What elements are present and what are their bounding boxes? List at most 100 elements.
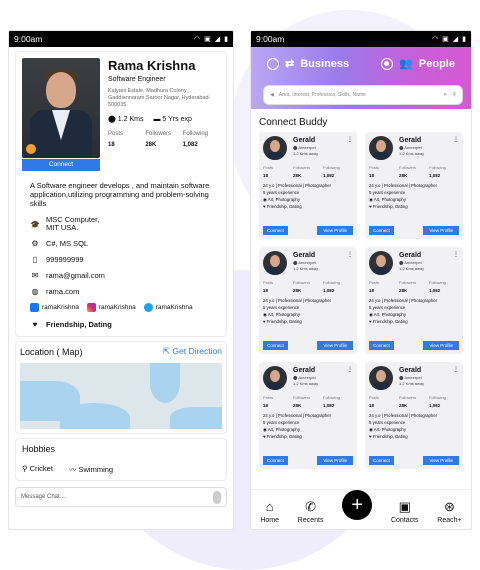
following-count: 1,082: [182, 142, 198, 148]
code-icon: ⚙: [31, 239, 39, 248]
buddy-looking-for: ♥ Friendship, Dating: [263, 204, 302, 209]
buddy-name: Gerald: [399, 137, 422, 144]
bottom-nav: ⌂ Home ✆ Recents + ▣ Contacts ⊛ Reach+: [251, 489, 471, 529]
location-pin-icon[interactable]: ⚲: [452, 92, 456, 98]
status-bar: 9:00am ◠ ▣ ◢ ▮: [9, 31, 233, 47]
share-icon: ⇱: [162, 346, 173, 356]
more-options-icon[interactable]: ⋮: [347, 251, 353, 258]
wifi-icon: ◠: [432, 36, 439, 43]
get-direction-link[interactable]: ⇱ Get Direction: [163, 346, 222, 357]
nav-reach[interactable]: ⊛ Reach+: [437, 499, 461, 525]
education: MSC Computer, MIT USA.: [46, 215, 100, 232]
profile-stats: Posts Followers Following 18 28K 1,082: [108, 131, 220, 148]
buddy-experience: 5 years experience: [263, 190, 300, 195]
buddy-distance: 1.2 Kms away: [293, 381, 319, 386]
buddy-experience: 5 years experience: [369, 420, 406, 425]
profile-screen: 9:00am ◠ ▣ ◢ ▮ Connect Rama Krishna Soft…: [8, 30, 234, 530]
buddy-card[interactable]: Gerald ⬤ Ameerpet 1.2 Kms away ⋮ Posts Fo…: [259, 247, 357, 354]
buddy-distance: 1.2 Kms away: [293, 151, 319, 156]
battery-saver-icon: ▣: [204, 36, 211, 43]
distance: ⬤ 1.2 Kms: [108, 116, 144, 123]
location-title: Location ( Map): [20, 346, 83, 357]
avatar: [369, 251, 393, 275]
buddy-distance: 1.2 Kms away: [399, 151, 425, 156]
profile-name: Rama Krishna: [108, 58, 196, 73]
more-options-icon[interactable]: ⋮: [453, 136, 459, 143]
view-profile-button[interactable]: View Profile: [317, 456, 353, 465]
status-time: 9:00am: [256, 34, 285, 44]
nav-home[interactable]: ⌂ Home: [260, 499, 279, 525]
experience: ▬ 5 Yrs exp: [153, 115, 192, 123]
handshake-icon: ⇄: [285, 58, 295, 70]
connect-button[interactable]: Connect: [263, 226, 288, 235]
tab-people[interactable]: 👥 People: [381, 57, 455, 70]
connect-button[interactable]: Connect: [263, 341, 288, 350]
nav-recents[interactable]: ✆ Recents: [298, 500, 324, 525]
reach-icon: ⊛: [444, 499, 455, 514]
add-button[interactable]: +: [342, 490, 373, 520]
website[interactable]: rama.com: [46, 287, 79, 296]
connect-button[interactable]: Connect: [263, 456, 288, 465]
contacts-icon: ▣: [398, 499, 411, 514]
followers-count: 28K: [145, 142, 157, 148]
search-input[interactable]: ◀ Area, Interest, Profession, Skills, Na…: [263, 85, 463, 105]
home-icon: ⌂: [265, 499, 274, 514]
hobbies-title: Hobbies: [22, 444, 56, 454]
buddy-profession: 24 y.o | Professional | Photographer: [369, 298, 438, 303]
posts-count: 18: [108, 142, 115, 148]
twitter-link[interactable]: ramaKrishna: [143, 303, 193, 312]
buddy-stats: Posts Followers Following 18 28K 1,082: [369, 395, 446, 408]
hobby-cricket: ⚲ Cricket: [22, 464, 53, 473]
avatar: [263, 136, 287, 160]
view-profile-button[interactable]: View Profile: [423, 456, 459, 465]
connect-button[interactable]: Connect: [369, 226, 394, 235]
twitter-icon: [143, 303, 153, 312]
view-profile-button[interactable]: View Profile: [423, 226, 459, 235]
more-options-icon[interactable]: ⋮: [453, 366, 459, 373]
buddy-location: ⬤ Ameerpet: [399, 145, 422, 150]
buddy-card[interactable]: Gerald ⬤ Ameerpet 1.2 Kms away ⋮ Posts Fo…: [259, 362, 357, 469]
connect-button[interactable]: Connect: [369, 341, 394, 350]
instagram-link[interactable]: ramaKrishna: [86, 303, 136, 312]
facebook-link[interactable]: ramaKrishna: [30, 303, 79, 312]
mic-icon[interactable]: [213, 490, 221, 504]
buddy-experience: 5 years experience: [369, 190, 406, 195]
buddy-looking-for: ♥ Friendship, Dating: [263, 319, 302, 324]
buddy-card[interactable]: Gerald ⬤ Ameerpet 1.2 Kms away ⋮ Posts Fo…: [365, 362, 463, 469]
view-profile-button[interactable]: View Profile: [423, 341, 459, 350]
buddy-card[interactable]: Gerald ⬤ Ameerpet 1.2 Kms away ⋮ Posts Fo…: [259, 132, 357, 239]
interest: Friendship, Dating: [46, 320, 112, 329]
buddy-card[interactable]: Gerald ⬤ Ameerpet 1.2 Kms away ⋮ Posts Fo…: [365, 247, 463, 354]
signal-icon: ◢: [452, 36, 459, 43]
back-icon[interactable]: ◀: [270, 92, 274, 98]
radio-people-icon: [381, 57, 394, 70]
more-options-icon[interactable]: ⋮: [347, 366, 353, 373]
more-options-icon[interactable]: ⋮: [347, 136, 353, 143]
profile-address: Kalyani Estate, Madhura Colony , Gaddian…: [108, 88, 211, 108]
message-input[interactable]: Message Chat....: [15, 487, 227, 507]
avatar: [263, 366, 287, 390]
more-options-icon[interactable]: ⋮: [453, 251, 459, 258]
connect-button[interactable]: Connect: [369, 456, 394, 465]
buddy-card[interactable]: Gerald ⬤ Ameerpet 1.2 Kms away ⋮ Posts Fo…: [365, 132, 463, 239]
plus-icon: +: [351, 493, 364, 516]
email[interactable]: rama@gmail.com: [46, 271, 105, 280]
view-profile-button[interactable]: View Profile: [317, 226, 353, 235]
view-profile-button[interactable]: View Profile: [317, 341, 353, 350]
nav-contacts[interactable]: ▣ Contacts: [391, 499, 419, 525]
buddy-interests: ◉ Art, Photography: [369, 312, 406, 317]
heart-icon: ♥: [32, 320, 38, 329]
tab-business[interactable]: ⇄ Business: [267, 57, 349, 70]
section-title: Connect Buddy: [259, 117, 328, 128]
tools-icon[interactable]: ✕: [443, 92, 447, 98]
buddy-profession: 24 y.o | Professional | Photographer: [263, 183, 332, 188]
buddy-profession: 24 y.o | Professional | Photographer: [369, 413, 438, 418]
buddy-name: Gerald: [293, 137, 316, 144]
graduation-cap-icon: 🎓: [30, 219, 40, 229]
buddy-looking-for: ♥ Friendship, Dating: [369, 204, 408, 209]
phone-number[interactable]: 999999999: [46, 255, 84, 264]
battery-saver-icon: ▣: [442, 36, 449, 43]
connect-button[interactable]: Connect: [22, 159, 100, 171]
hobby-swimming: 〰 Swimming: [68, 465, 114, 474]
map-view[interactable]: [20, 363, 222, 429]
